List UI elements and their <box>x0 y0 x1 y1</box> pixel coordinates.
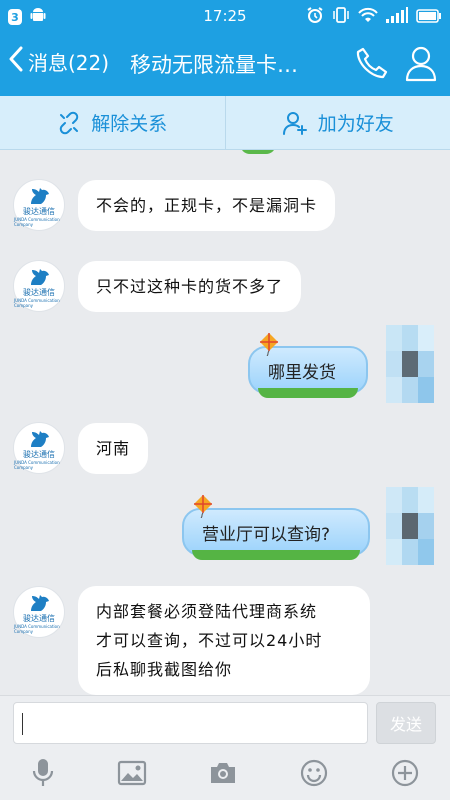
contact-avatar[interactable]: 骏达通信 JUNDA Communication Company <box>13 422 65 474</box>
message-input[interactable] <box>13 702 368 744</box>
add-friend-button[interactable]: 加为好友 <box>224 96 450 149</box>
message-line: 后私聊我截图给你 <box>96 660 233 679</box>
vibrate-icon <box>332 6 350 28</box>
avatar-sub-text: JUNDA Communication Company <box>14 624 60 634</box>
unbind-label: 解除关系 <box>91 113 168 135</box>
broken-link-icon <box>60 111 79 134</box>
contact-avatar[interactable]: 骏达通信 JUNDA Communication Company <box>13 260 65 312</box>
back-button[interactable]: 消息(22) <box>8 46 109 77</box>
avatar-sub-text: JUNDA Communication Company <box>14 298 60 308</box>
kite-icon <box>192 494 214 523</box>
avatar-sub-text: JUNDA Communication Company <box>14 460 60 470</box>
outgoing-message[interactable]: 营业厅可以查询? <box>182 495 370 560</box>
status-bar: 3 17:25 <box>0 0 450 32</box>
grass-decoration <box>258 388 358 398</box>
image-icon[interactable] <box>117 760 147 790</box>
outgoing-message[interactable]: 哪里发货 <box>248 333 368 398</box>
avatar-sub-text: JUNDA Communication Company <box>14 217 60 227</box>
microphone-icon[interactable] <box>30 757 56 793</box>
add-person-icon <box>282 111 307 135</box>
contact-avatar[interactable]: 骏达通信 JUNDA Communication Company <box>13 586 65 638</box>
alarm-icon <box>306 6 324 28</box>
plus-icon[interactable] <box>390 758 420 792</box>
blurred-avatar[interactable] <box>386 487 434 565</box>
horse-logo-icon <box>31 595 49 611</box>
message-composer: 发送 <box>0 695 450 749</box>
avatar-brand-text: 骏达通信 <box>23 288 55 297</box>
battery-icon <box>416 8 442 27</box>
outgoing-message-text: 营业厅可以查询? <box>202 525 331 545</box>
incoming-message[interactable]: 不会的，正规卡，不是漏洞卡 <box>78 180 336 231</box>
signal-icon <box>386 7 408 27</box>
wifi-icon <box>358 7 378 27</box>
outgoing-message-text: 哪里发货 <box>268 363 336 383</box>
person-icon <box>405 46 437 82</box>
horse-logo-icon <box>31 431 49 447</box>
add-friend-label: 加为好友 <box>317 113 394 135</box>
avatar-brand-text: 骏达通信 <box>23 614 55 623</box>
horse-logo-icon <box>31 269 49 285</box>
incoming-message[interactable]: 只不过这种卡的货不多了 <box>78 261 302 312</box>
kite-icon <box>258 332 280 361</box>
title-bar: 消息(22) 移动无限流量卡… <box>0 32 450 96</box>
back-label: 消息(22) <box>28 51 110 75</box>
relationship-action-bar: 解除关系 加为好友 <box>0 96 450 150</box>
text-caret <box>22 713 23 735</box>
chevron-left-icon <box>8 46 24 77</box>
page-title: 移动无限流量卡… <box>130 53 298 77</box>
incoming-message[interactable]: 内部套餐必须登陆代理商系统 才可以查询，不过可以24小时 后私聊我截图给你 <box>78 586 370 695</box>
avatar-brand-text: 骏达通信 <box>23 207 55 216</box>
unbind-button[interactable]: 解除关系 <box>0 96 225 149</box>
emoji-icon[interactable] <box>299 758 329 792</box>
incoming-message[interactable]: 河南 <box>78 423 149 474</box>
input-toolbar <box>0 749 450 800</box>
blurred-avatar[interactable] <box>386 325 434 403</box>
profile-button[interactable] <box>404 44 438 86</box>
message-line: 内部套餐必须登陆代理商系统 <box>96 602 318 621</box>
grass-decoration <box>192 550 360 560</box>
horse-logo-icon <box>31 188 49 204</box>
avatar-brand-text: 骏达通信 <box>23 450 55 459</box>
camera-icon[interactable] <box>208 760 238 790</box>
send-button[interactable]: 发送 <box>376 702 436 744</box>
phone-icon <box>356 47 388 79</box>
message-line: 才可以查询，不过可以24小时 <box>96 631 323 650</box>
chat-message-list[interactable]: 骏达通信 JUNDA Communication Company 不会的，正规卡… <box>0 150 450 695</box>
phone-call-button[interactable] <box>356 46 388 84</box>
previous-bubble-fragment <box>240 150 276 154</box>
contact-avatar[interactable]: 骏达通信 JUNDA Communication Company <box>13 179 65 231</box>
